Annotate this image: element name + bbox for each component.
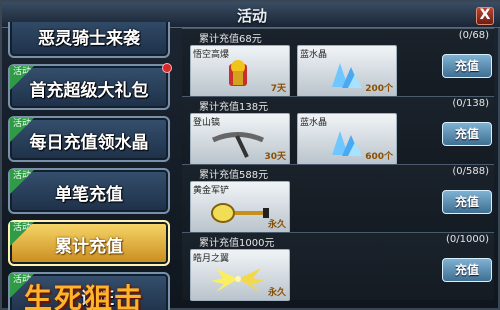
card-title: 累计充值138元 bbox=[199, 102, 269, 113]
recharge-button[interactable]: 充值 bbox=[442, 258, 492, 282]
reward-card: 累计充值68元 (0/68) 悟空高爆 7天 蓝水晶 200个 充值 bbox=[182, 28, 494, 97]
reward-list: 累计充值68元 (0/68) 悟空高爆 7天 蓝水晶 200个 充值 累计充值1… bbox=[182, 28, 494, 310]
card-header: 累计充值588元 (0/588) bbox=[182, 165, 494, 181]
reward-item[interactable]: 悟空高爆 7天 bbox=[190, 45, 290, 97]
reward-item[interactable]: 黄金军铲 永久 bbox=[190, 181, 290, 233]
sidebar-item-cumulative-recharge[interactable]: 活动 累计充值 bbox=[8, 220, 170, 266]
card-header: 累计充值1000元 (0/1000) bbox=[182, 233, 494, 249]
reward-count: 200个 bbox=[365, 84, 393, 94]
reward-card: 累计充值588元 (0/588) 黄金军铲 永久 充值 bbox=[182, 164, 494, 233]
activity-sidebar: 恶灵骑士来袭 活动 首充超级大礼包 活动 每日充值领水晶 活动 单笔充值 活动 … bbox=[6, 22, 172, 310]
card-title: 累计充值1000元 bbox=[199, 238, 275, 249]
card-progress: (0/1000) bbox=[446, 234, 489, 245]
reward-item[interactable]: 蓝水晶 600个 bbox=[297, 113, 397, 165]
sidebar-item-daily-recharge[interactable]: 活动 每日充值领水晶 bbox=[8, 116, 170, 162]
card-header: 累计充值138元 (0/138) bbox=[182, 97, 494, 113]
reward-count: 600个 bbox=[365, 152, 393, 162]
card-title: 累计充值588元 bbox=[199, 170, 269, 181]
activity-window: 活动 X 恶灵骑士来袭 活动 首充超级大礼包 活动 每日充值领水晶 活动 单笔充… bbox=[0, 0, 500, 310]
sidebar-item-label: 恶灵骑士来袭 bbox=[38, 29, 140, 49]
sidebar-item-first-recharge[interactable]: 活动 首充超级大礼包 bbox=[8, 63, 172, 110]
sidebar-item-label: 累计充值 bbox=[55, 237, 123, 257]
card-progress: (0/588) bbox=[452, 166, 489, 177]
reward-item[interactable]: 蓝水晶 200个 bbox=[297, 45, 397, 97]
card-title: 累计充值68元 bbox=[199, 34, 262, 45]
golden-shovel-icon bbox=[211, 203, 269, 223]
reward-item[interactable]: 登山镐 30天 bbox=[190, 113, 290, 165]
close-button[interactable]: X bbox=[476, 7, 494, 25]
notification-dot bbox=[162, 63, 172, 73]
card-progress: (0/138) bbox=[452, 98, 489, 109]
reward-count: 永久 bbox=[267, 220, 286, 230]
pickaxe-icon bbox=[211, 132, 264, 158]
sidebar-item-label: 每日充值领水晶 bbox=[29, 133, 149, 153]
recharge-button[interactable]: 充值 bbox=[442, 190, 492, 214]
reward-item[interactable]: 皓月之翼 永久 bbox=[190, 249, 290, 301]
card-header: 累计充值68元 (0/68) bbox=[182, 29, 494, 45]
wing-icon bbox=[211, 268, 265, 292]
game-logo: 生死狙击 bbox=[24, 282, 145, 310]
sidebar-item-label: 首充超级大礼包 bbox=[29, 81, 149, 101]
sidebar-item-single-recharge[interactable]: 活动 单笔充值 bbox=[8, 168, 170, 214]
reward-count: 永久 bbox=[267, 288, 286, 298]
reward-count: 7天 bbox=[270, 84, 286, 94]
card-progress: (0/68) bbox=[458, 30, 489, 41]
monkey-weapon-icon bbox=[229, 60, 247, 86]
sidebar-item-ghost-rider[interactable]: 恶灵骑士来袭 bbox=[8, 22, 170, 58]
reward-card: 累计充值138元 (0/138) 登山镐 30天 蓝水晶 600个 充值 bbox=[182, 96, 494, 165]
sidebar-item-label: 单笔充值 bbox=[55, 185, 123, 205]
recharge-button[interactable]: 充值 bbox=[442, 54, 492, 78]
recharge-button[interactable]: 充值 bbox=[442, 122, 492, 146]
reward-card: 累计充值1000元 (0/1000) 皓月之翼 永久 充值 bbox=[182, 232, 494, 301]
reward-count: 30天 bbox=[264, 152, 286, 162]
